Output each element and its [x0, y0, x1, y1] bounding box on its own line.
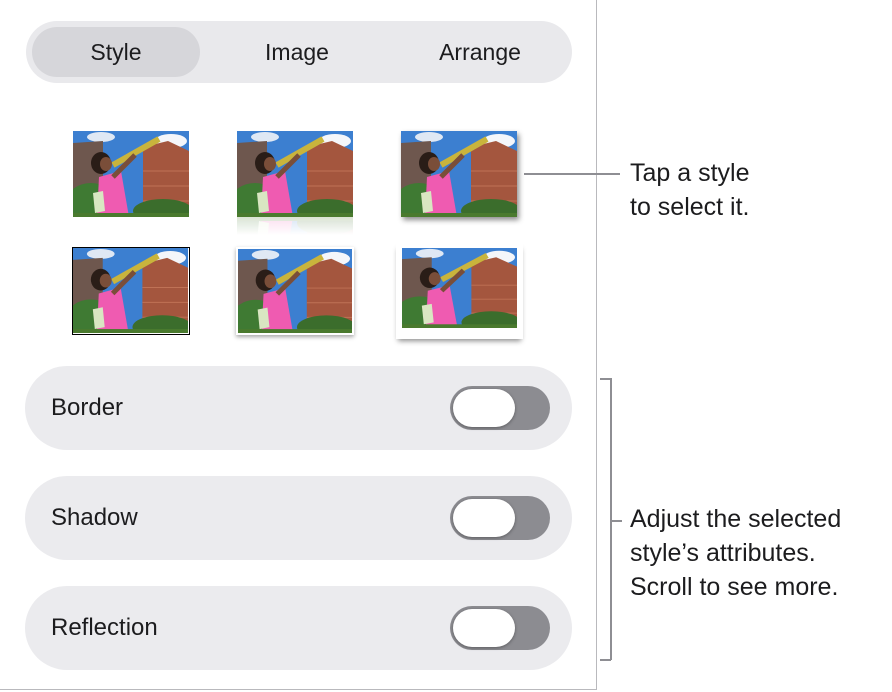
- photo-thumbnail: [73, 248, 188, 333]
- shadow-toggle[interactable]: [450, 496, 550, 540]
- style-preset-reflection[interactable]: [237, 131, 353, 235]
- tab-image[interactable]: Image: [214, 27, 380, 77]
- photo-thumbnail: [238, 249, 352, 333]
- photo-thumbnail: [73, 131, 189, 217]
- border-label: Border: [51, 394, 124, 421]
- photo-thumbnail: [402, 248, 517, 328]
- styles-callout-line: [524, 173, 620, 175]
- styles-callout: Tap a style to select it.: [630, 156, 750, 224]
- format-panel: Style Image Arrange Border Shadow Reflec…: [0, 0, 597, 690]
- reflection-label: Reflection: [51, 614, 158, 641]
- styles-callout-line1: Tap a style: [630, 159, 750, 187]
- attrs-callout-line1: Adjust the selected: [630, 505, 842, 533]
- border-row: Border: [25, 366, 572, 450]
- attrs-callout: Adjust the selected style’s attributes. …: [630, 502, 841, 604]
- photo-thumbnail: [237, 131, 353, 217]
- attrs-bracket-bottom: [600, 659, 611, 661]
- tab-style[interactable]: Style: [32, 27, 200, 77]
- border-toggle[interactable]: [450, 386, 550, 430]
- reflection-toggle[interactable]: [450, 606, 550, 650]
- shadow-label: Shadow: [51, 504, 138, 531]
- style-preset-white-border-shadow[interactable]: [236, 247, 354, 335]
- reflection-row: Reflection: [25, 586, 572, 670]
- attrs-bracket-pointer: [610, 520, 622, 522]
- segmented-control: Style Image Arrange: [26, 21, 572, 83]
- style-preset-curled-shadow[interactable]: [396, 243, 523, 339]
- attrs-callout-line2: style’s attributes.: [630, 539, 816, 567]
- toggle-knob: [453, 389, 515, 427]
- photo-thumbnail: [401, 131, 517, 217]
- attrs-callout-line3: Scroll to see more.: [630, 573, 839, 601]
- styles-callout-line2: to select it.: [630, 193, 750, 221]
- tab-arrange[interactable]: Arrange: [394, 27, 566, 77]
- attrs-bracket-vertical: [610, 378, 612, 660]
- shadow-row: Shadow: [25, 476, 572, 560]
- style-preset-black-border[interactable]: [72, 247, 190, 335]
- reflection-fade: [237, 217, 353, 235]
- style-preset-drop-shadow[interactable]: [401, 131, 517, 217]
- toggle-knob: [453, 609, 515, 647]
- toggle-knob: [453, 499, 515, 537]
- style-preset-plain[interactable]: [73, 131, 189, 217]
